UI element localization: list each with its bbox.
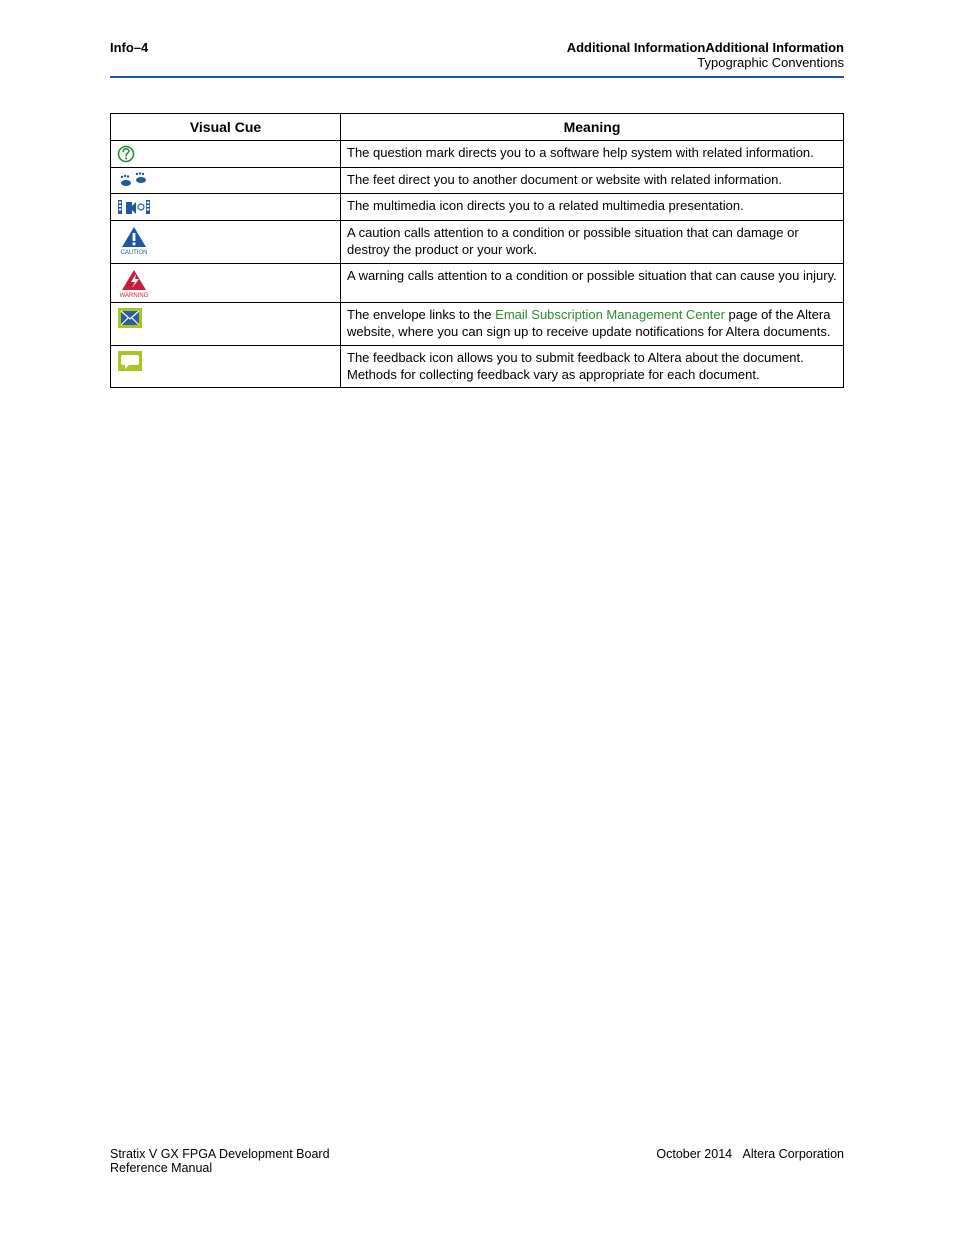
table-row: The feedback icon allows you to submit f… — [111, 345, 844, 388]
chapter-title: Additional InformationAdditional Informa… — [567, 40, 844, 55]
doc-subtitle: Reference Manual — [110, 1161, 330, 1175]
meaning-text: The question mark directs you to a softw… — [341, 141, 844, 168]
meaning-text: The multimedia icon directs you to a rel… — [341, 194, 844, 221]
caution-label: CAUTION — [121, 250, 148, 255]
table-row: WARNING A warning calls attention to a c… — [111, 263, 844, 302]
col-meaning: Meaning — [341, 114, 844, 141]
meaning-text: The envelope links to the Email Subscrip… — [341, 302, 844, 345]
meaning-text: A caution calls attention to a condition… — [341, 221, 844, 264]
table-row: The feet direct you to another document … — [111, 168, 844, 194]
question-mark-icon — [111, 141, 341, 168]
footer-right: October 2014 Altera Corporation — [656, 1147, 844, 1175]
footer-left: Stratix V GX FPGA Development Board Refe… — [110, 1147, 330, 1175]
meaning-text: The feedback icon allows you to submit f… — [341, 345, 844, 388]
feedback-icon — [111, 345, 341, 388]
envelope-icon — [111, 302, 341, 345]
table-row: The envelope links to the Email Subscrip… — [111, 302, 844, 345]
page-footer: Stratix V GX FPGA Development Board Refe… — [110, 1147, 844, 1175]
footer-date: October 2014 — [656, 1147, 732, 1161]
email-subscription-link[interactable]: Email Subscription Management Center — [495, 307, 725, 322]
section-title: Typographic Conventions — [567, 55, 844, 70]
feet-icon — [111, 168, 341, 194]
meaning-text: A warning calls attention to a condition… — [341, 263, 844, 302]
envelope-text-pre: The envelope links to the — [347, 307, 495, 322]
visual-cues-table: Visual Cue Meaning The question mark dir… — [110, 113, 844, 388]
table-row: CAUTION A caution calls attention to a c… — [111, 221, 844, 264]
meaning-text: The feet direct you to another document … — [341, 168, 844, 194]
page-number: Info–4 — [110, 40, 148, 55]
col-visual-cue: Visual Cue — [111, 114, 341, 141]
page-header: Info–4 Additional InformationAdditional … — [110, 40, 844, 78]
header-right: Additional InformationAdditional Informa… — [567, 40, 844, 70]
warning-label: WARNING — [120, 293, 149, 298]
footer-corp: Altera Corporation — [743, 1147, 844, 1161]
doc-title: Stratix V GX FPGA Development Board — [110, 1147, 330, 1161]
table-row: The question mark directs you to a softw… — [111, 141, 844, 168]
caution-icon: CAUTION — [111, 221, 341, 264]
table-row: The multimedia icon directs you to a rel… — [111, 194, 844, 221]
table-header-row: Visual Cue Meaning — [111, 114, 844, 141]
warning-icon: WARNING — [111, 263, 341, 302]
multimedia-icon — [111, 194, 341, 221]
